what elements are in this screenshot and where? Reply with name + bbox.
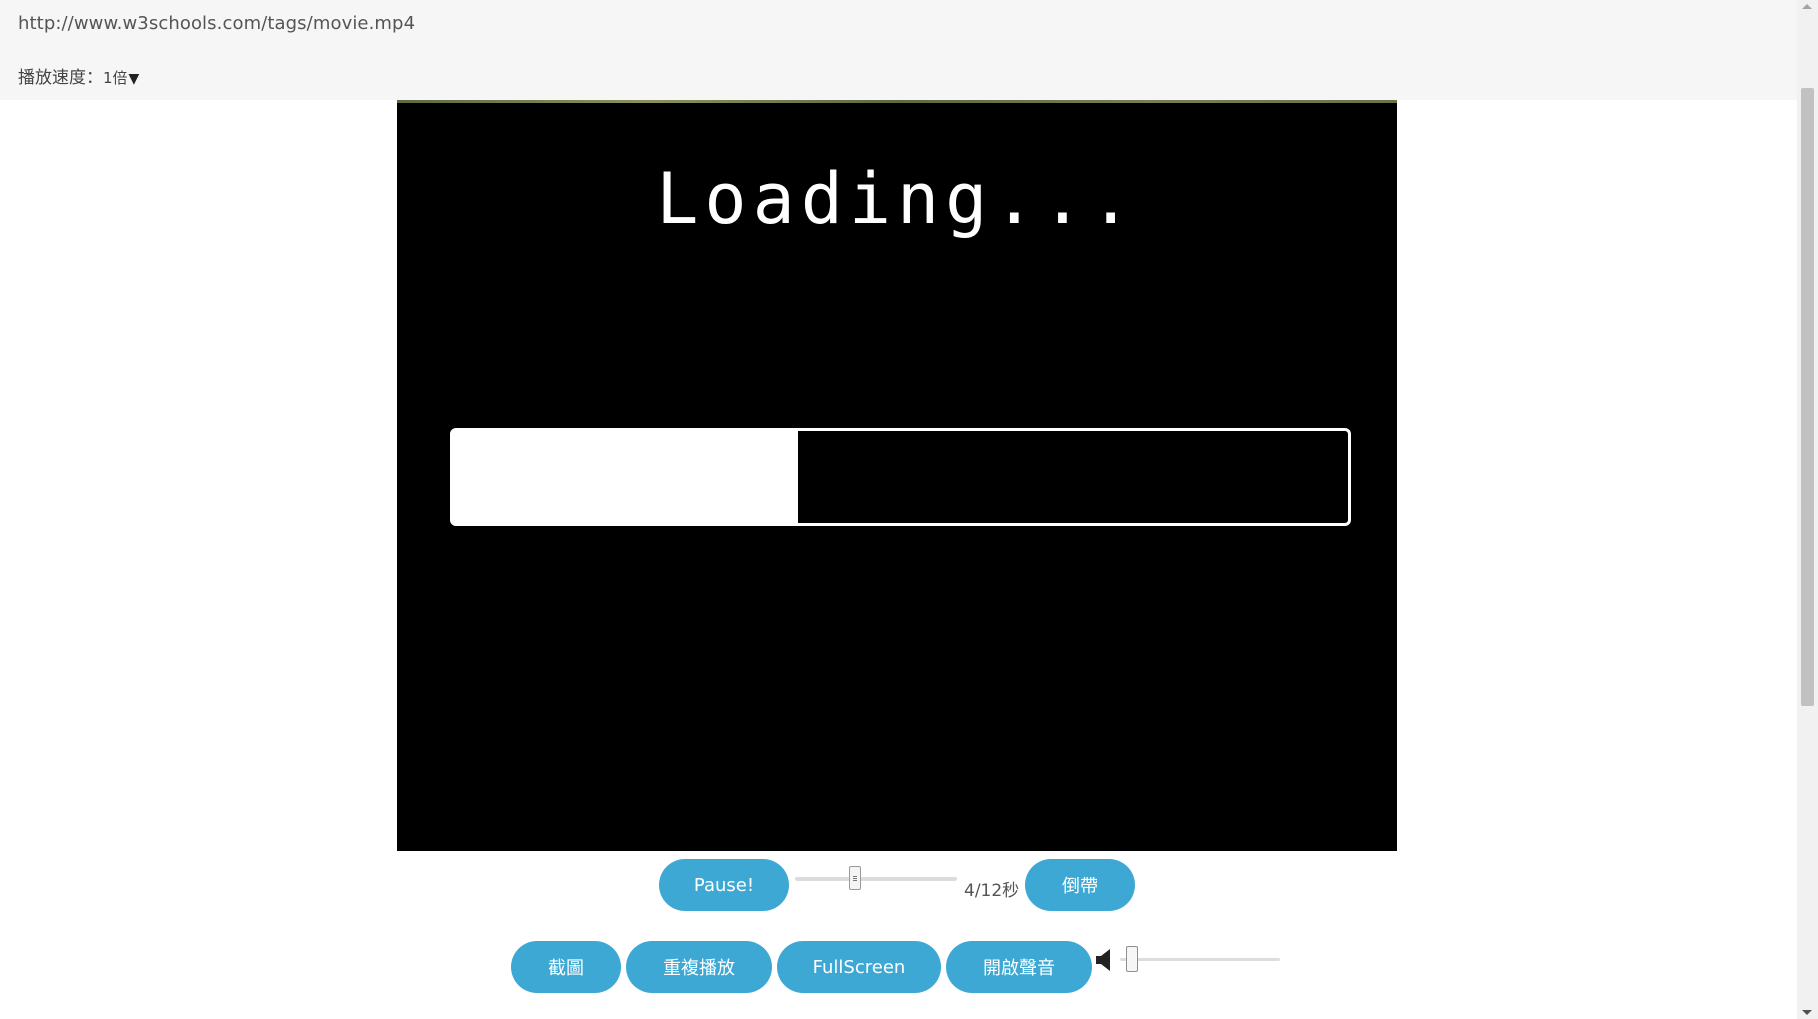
- repeat-play-button[interactable]: 重複播放: [626, 941, 772, 993]
- video-info-panel: http://www.w3schools.com/tags/movie.mp4 …: [0, 0, 1797, 100]
- slider-grip-line: [853, 878, 857, 879]
- pause-button[interactable]: Pause!: [659, 859, 789, 911]
- volume-slider-thumb[interactable]: [1126, 946, 1138, 972]
- scroll-up-arrow-icon[interactable]: [1802, 4, 1812, 9]
- volume-slider[interactable]: [1120, 946, 1280, 974]
- playback-speed-value: 1倍: [103, 69, 128, 87]
- video-loading-bar-fill: [453, 431, 798, 523]
- playback-progress-slider[interactable]: [795, 866, 957, 892]
- enable-sound-button[interactable]: 開啟聲音: [946, 941, 1092, 993]
- playback-speed-dropdown[interactable]: 播放速度：1倍▼: [18, 63, 139, 88]
- progress-slider-rail: [795, 877, 957, 881]
- playback-time-display: 4/12秒: [964, 881, 1020, 901]
- video-loading-text: Loading...: [656, 158, 1138, 240]
- fullscreen-button[interactable]: FullScreen: [777, 941, 941, 993]
- volume-slider-rail: [1120, 958, 1280, 961]
- rewind-button[interactable]: 倒帶: [1025, 859, 1135, 911]
- scroll-down-arrow-icon[interactable]: [1802, 1010, 1812, 1015]
- video-frame-edge: [397, 100, 1397, 103]
- screenshot-button[interactable]: 截圖: [511, 941, 621, 993]
- video-url-text: http://www.w3schools.com/tags/movie.mp4: [18, 13, 416, 34]
- dropdown-caret-icon: ▼: [128, 71, 140, 87]
- page: http://www.w3schools.com/tags/movie.mp4 …: [0, 0, 1818, 1019]
- progress-slider-thumb[interactable]: [849, 866, 861, 890]
- scrollbar-thumb[interactable]: [1801, 88, 1814, 706]
- playback-speed-label: 播放速度：: [18, 68, 103, 88]
- video-player[interactable]: Loading...: [397, 100, 1397, 851]
- slider-grip-line: [853, 880, 857, 881]
- slider-grip-line: [853, 876, 857, 877]
- page-scrollbar[interactable]: [1797, 0, 1818, 1019]
- speaker-icon[interactable]: [1096, 948, 1114, 972]
- video-loading-bar: [450, 428, 1351, 526]
